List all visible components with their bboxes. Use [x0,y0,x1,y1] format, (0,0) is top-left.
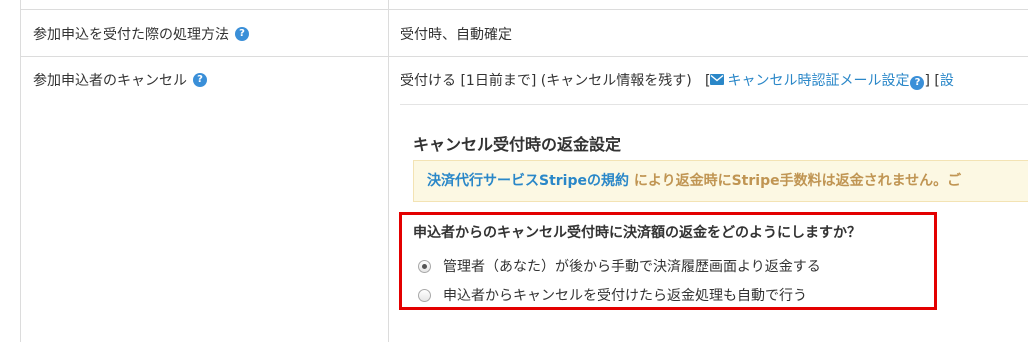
mail-icon [710,73,725,89]
row-label-text: 参加申込を受付た際の処理方法 [33,27,229,43]
refund-option-manual[interactable]: 管理者（あなた）が後から手動で決済履歴画面より返金する [418,256,821,276]
cancel-mail-settings-link[interactable]: キャンセル時認証メール設定 [727,73,909,89]
cancel-setting-text: 受付ける [1日前まで] (キャンセル情報を残す) [ [400,73,711,89]
more-settings-link[interactable]: 設 [940,73,954,89]
row-divider-top [21,9,1028,10]
notice-text: により返金時にStripe手数料は返金されません。ご [633,173,962,189]
refund-section-title: キャンセル受付時の返金設定 [413,135,622,154]
option-label: 管理者（あなた）が後から手動で決済履歴画面より返金する [443,259,821,275]
refund-option-auto[interactable]: 申込者からキャンセルを受付けたら返金処理も自動で行う [418,285,807,305]
left-border [20,0,21,342]
section-divider [400,104,1028,105]
radio-unselected[interactable] [418,288,431,302]
refund-notice: 決済代行サービスStripeの規約 により返金時にStripe手数料は返金されま… [413,160,1028,202]
row-label-cancel: 参加申込者のキャンセル ? [33,70,207,90]
row-value-processing: 受付時、自動確定 [400,27,512,43]
help-icon[interactable]: ? [193,73,207,87]
radio-selected[interactable] [418,259,431,273]
bracket-text: ] [ [924,73,940,89]
row-label-text: 参加申込者のキャンセル [33,73,187,89]
column-divider [388,0,389,342]
stripe-terms-link[interactable]: 決済代行サービスStripeの規約 [427,173,629,189]
row-label-processing: 参加申込を受付た際の処理方法 ? [33,24,249,44]
row-divider [21,56,1028,57]
row-value-cancel: 受付ける [1日前まで] (キャンセル情報を残す) [ キャンセル時認証メール設定… [400,70,954,90]
help-icon[interactable]: ? [235,27,249,41]
refund-question: 申込者からのキャンセル受付時に決済額の返金をどのようにしますか？ [413,225,861,241]
option-label: 申込者からキャンセルを受付けたら返金処理も自動で行う [443,288,807,304]
help-icon[interactable]: ? [910,76,925,90]
